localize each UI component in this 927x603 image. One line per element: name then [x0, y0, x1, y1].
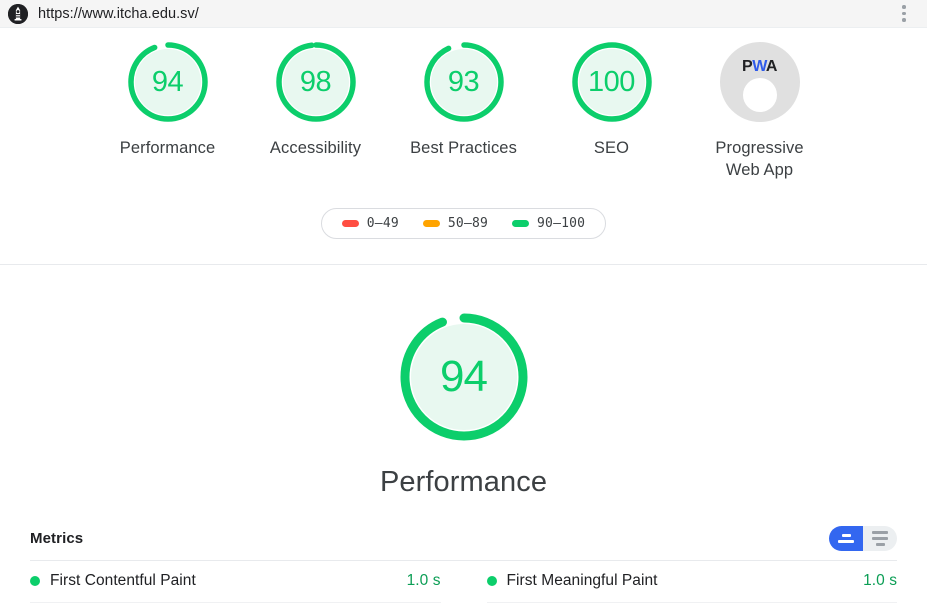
legend-label-pass: 90–100	[537, 215, 586, 231]
metric-status-dot	[486, 576, 497, 587]
metric-name: First Contentful Paint	[50, 572, 196, 590]
gauge-score-value: 100	[588, 65, 635, 98]
pwa-logo-icon: PWA	[742, 58, 777, 76]
simple-view-icon[interactable]	[829, 525, 863, 551]
report-header: https://www.itcha.edu.sv/	[0, 0, 927, 28]
metric-name: First Meaningful Paint	[506, 572, 658, 590]
gauge-score-value: 93	[447, 65, 480, 98]
expanded-view-icon[interactable]	[863, 525, 897, 551]
gauge-score-value: 98	[299, 65, 332, 98]
legend-swatch-fail	[341, 219, 359, 227]
pwa-label-line1: Progressive	[715, 139, 804, 157]
score-gauge-pwa[interactable]: PWA Progressive Web App	[686, 38, 834, 182]
gauge-ring: 98	[272, 38, 360, 126]
toggle-bar	[872, 530, 888, 534]
gauge-ring: 100	[568, 38, 656, 126]
legend-label-fail: 0–49	[366, 215, 399, 231]
score-gauge-list: 94 Performance 98 Accessibility 93 Best …	[0, 38, 927, 182]
metrics-column-right: First Meaningful Paint 1.0 s	[464, 561, 897, 603]
scores-overview: 94 Performance 98 Accessibility 93 Best …	[0, 28, 927, 265]
kebab-menu-icon[interactable]	[893, 3, 915, 25]
gauge-label: Best Practices	[410, 139, 517, 157]
pwa-badge: PWA	[716, 38, 804, 126]
legend-item-fail: 0–49	[341, 215, 399, 231]
kebab-dot	[902, 11, 906, 16]
legend-item-average: 50–89	[422, 215, 489, 231]
legend-swatch-pass	[512, 219, 530, 227]
score-gauge-performance[interactable]: 94 Performance	[94, 38, 242, 159]
pwa-donut-hole	[742, 78, 777, 112]
metrics-view-toggle[interactable]	[829, 525, 897, 551]
pwa-logo-w: W	[752, 58, 766, 75]
score-gauge-accessibility[interactable]: 98 Accessibility	[242, 38, 390, 159]
legend-label-average: 50–89	[447, 215, 489, 231]
score-gauge-seo[interactable]: 100 SEO	[538, 38, 686, 159]
pwa-logo-p: P	[742, 58, 753, 75]
score-legend: 0–49 50–89 90–100	[320, 207, 607, 239]
legend-item-pass: 90–100	[512, 216, 585, 231]
gauge-ring: 94	[124, 38, 212, 126]
metrics-header: Metrics	[30, 525, 897, 561]
gauge-label: SEO	[593, 139, 630, 157]
gauge-label: Performance	[119, 139, 216, 157]
kebab-dot	[902, 18, 906, 22]
metric-value: 1.0 s	[863, 572, 897, 590]
gauge-ring: 93	[420, 38, 508, 126]
metric-row[interactable]: First Meaningful Paint 1.0 s	[486, 561, 897, 603]
metrics-column-left: First Contentful Paint 1.0 s	[30, 561, 464, 603]
score-legend-row: 0–49 50–89 90–100	[0, 207, 927, 239]
pwa-logo-a: A	[765, 58, 778, 75]
metric-status-dot	[30, 576, 40, 587]
toggle-bar	[841, 533, 851, 537]
category-gauge: 94	[394, 307, 534, 447]
gauge-label: Accessibility	[269, 139, 362, 157]
gauge-label: Progressive Web App	[715, 137, 803, 182]
page-url[interactable]: https://www.itcha.edu.sv/	[38, 6, 893, 22]
metric-row[interactable]: First Contentful Paint 1.0 s	[30, 561, 441, 603]
category-score-value: 94	[440, 351, 488, 401]
pwa-label-line2: Web App	[725, 161, 794, 180]
legend-swatch-average	[422, 219, 440, 227]
metrics-heading: Metrics	[30, 529, 84, 547]
toggle-bar	[838, 539, 854, 543]
toggle-bar	[872, 536, 888, 540]
lighthouse-icon	[8, 3, 28, 24]
kebab-dot	[902, 5, 906, 9]
score-gauge-best-practices[interactable]: 93 Best Practices	[390, 38, 538, 159]
metric-value: 1.0 s	[406, 572, 441, 590]
category-performance-section: 94 Performance	[0, 265, 927, 499]
toggle-bar	[875, 542, 885, 546]
category-title: Performance	[379, 465, 548, 498]
pwa-donut: PWA	[719, 42, 800, 122]
gauge-score-value: 94	[151, 65, 184, 98]
metrics-grid: First Contentful Paint 1.0 s First Meani…	[30, 561, 897, 603]
